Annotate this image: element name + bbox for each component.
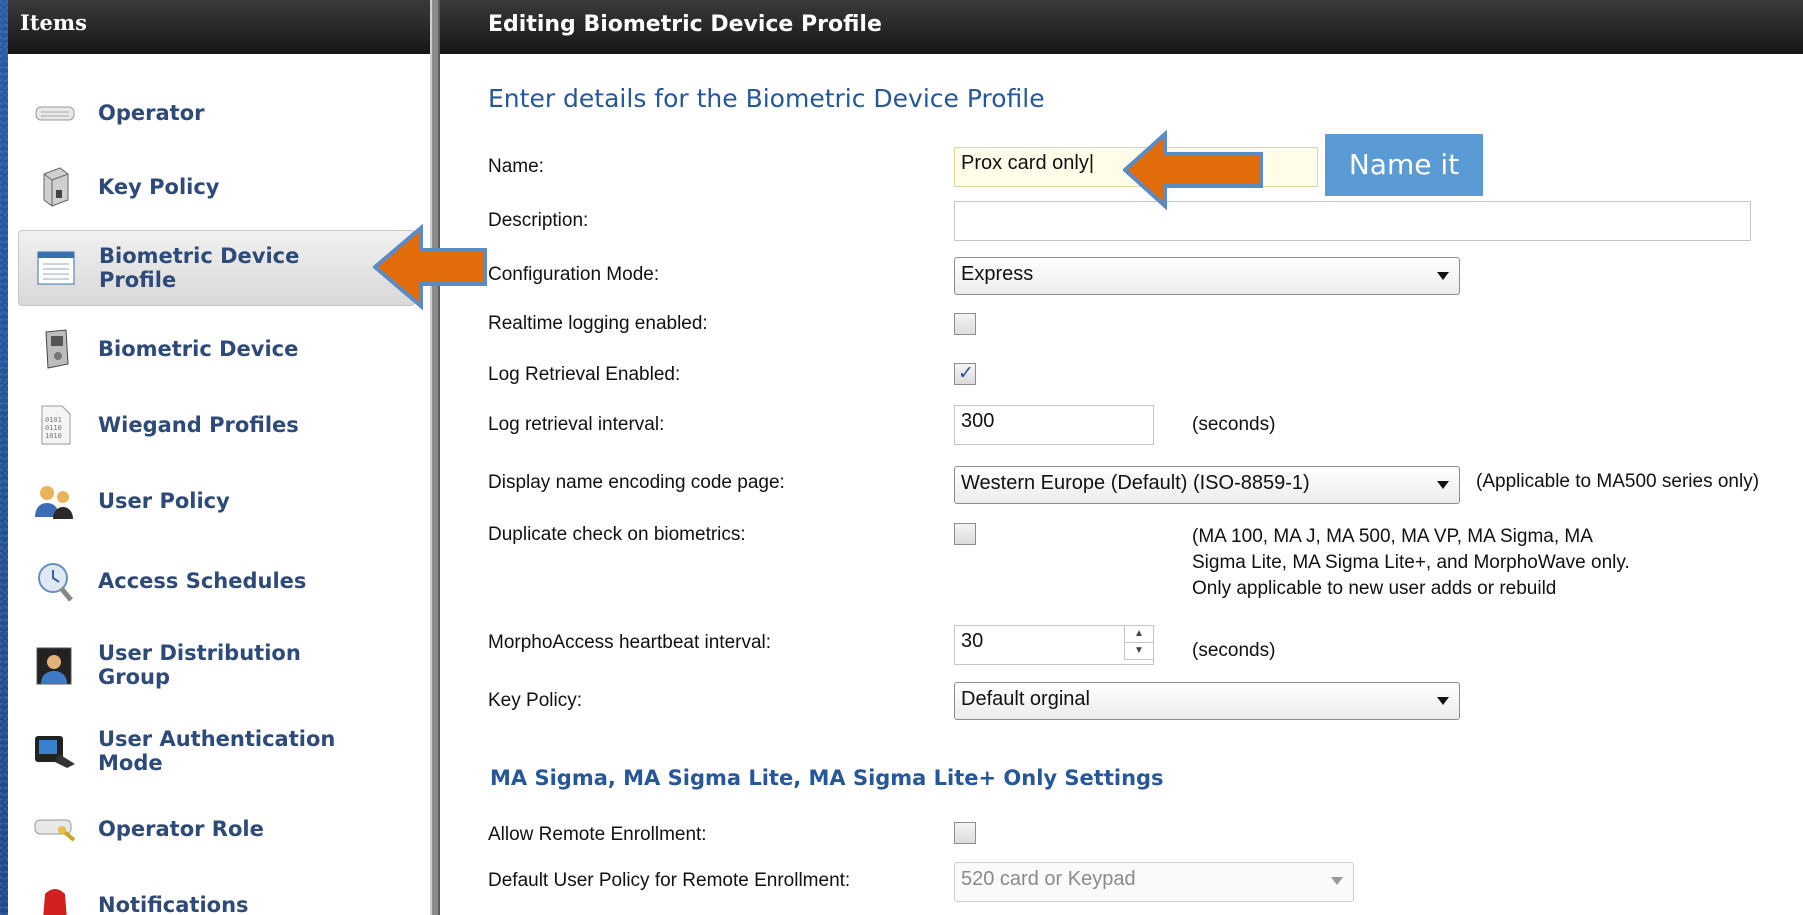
encoding-note: (Applicable to MA500 series only) — [1476, 471, 1760, 492]
nav-item-label: Operator — [98, 101, 205, 125]
name-label: Name: — [488, 156, 544, 177]
nav-item-notifications[interactable]: Notifications — [18, 880, 413, 915]
duplicate-check-note: (MA 100, MA J, MA 500, MA VP, MA Sigma, … — [1192, 524, 1630, 602]
nav-item-operator[interactable]: Operator — [18, 90, 413, 136]
nav-item-label: Biometric Device — [98, 337, 299, 361]
nav-item-label: Notifications — [98, 893, 249, 915]
nav-item-label: User Policy — [98, 489, 230, 513]
users-icon — [32, 480, 78, 522]
nav-item-user-distribution-group[interactable]: User Distribution Group — [18, 630, 413, 700]
heartbeat-stepper[interactable]: 30 ▲ ▼ — [954, 625, 1154, 665]
nav-item-label: Access Schedules — [98, 569, 307, 593]
encoding-value: Western Europe (Default) (ISO-8859-1) — [961, 472, 1310, 494]
nav-item-biometric-device-profile[interactable]: Biometric Device Profile — [18, 230, 415, 306]
key-policy-select[interactable]: Default orginal — [954, 682, 1460, 720]
nav-item-label: Wiegand Profiles — [98, 413, 299, 437]
nav-item-label: Key Policy — [98, 175, 220, 199]
heartbeat-value: 30 — [961, 630, 984, 652]
svg-text:1010: 1010 — [45, 432, 62, 440]
default-policy-label: Default User Policy for Remote Enrollmen… — [488, 870, 851, 891]
spin-down-icon[interactable]: ▼ — [1125, 643, 1153, 660]
chevron-down-icon — [1437, 272, 1449, 280]
fingerprint-device-icon — [32, 730, 78, 772]
allow-remote-label: Allow Remote Enrollment: — [488, 824, 707, 845]
nav-item-key-policy[interactable]: Key Policy — [18, 164, 413, 210]
heartbeat-label: MorphoAccess heartbeat interval: — [488, 632, 772, 653]
alarm-icon — [32, 884, 78, 915]
log-interval-field[interactable]: 300 — [954, 405, 1154, 445]
device-icon — [32, 328, 78, 370]
configuration-mode-label: Configuration Mode: — [488, 264, 660, 285]
default-policy-select[interactable]: 520 card or Keypad — [954, 862, 1354, 902]
note-line: Sigma Lite, MA Sigma Lite+, and MorphoWa… — [1192, 552, 1630, 573]
checkmark-icon: ✓ — [958, 362, 974, 384]
section-title: Enter details for the Biometric Device P… — [488, 84, 1045, 113]
name-it-callout: Name it — [1325, 134, 1483, 196]
items-header: Items — [8, 0, 430, 54]
nav-item-access-schedules[interactable]: Access Schedules — [18, 556, 413, 606]
duplicate-check-checkbox[interactable] — [954, 523, 976, 545]
chevron-down-icon — [1331, 877, 1343, 885]
realtime-logging-checkbox[interactable] — [954, 313, 976, 335]
annotation-arrow-left — [373, 223, 487, 311]
spinner[interactable]: ▲ ▼ — [1124, 626, 1153, 660]
nav-item-label: User Authentication Mode — [98, 727, 336, 775]
nav-item-label: Biometric Device Profile — [99, 244, 300, 292]
log-interval-unit: (seconds) — [1192, 414, 1276, 435]
items-panel: Items Operator Key Policy Biometric Devi… — [8, 0, 430, 915]
nav-item-operator-role[interactable]: Operator Role — [18, 806, 413, 852]
panel-splitter[interactable] — [430, 0, 440, 915]
clock-search-icon — [32, 560, 78, 602]
chevron-down-icon — [1437, 697, 1449, 705]
editor-header: Editing Biometric Device Profile — [440, 0, 1803, 54]
keyboard-key-icon — [32, 808, 78, 850]
allow-remote-checkbox[interactable] — [954, 822, 976, 844]
realtime-logging-label: Realtime logging enabled: — [488, 313, 708, 334]
key-policy-label: Key Policy: — [488, 690, 582, 711]
key-policy-value: Default orginal — [961, 688, 1090, 710]
nav-item-wiegand-profiles[interactable]: 0101 0110 1010 Wiegand Profiles — [18, 402, 413, 448]
log-retrieval-checkbox[interactable]: ✓ — [954, 362, 976, 385]
app-frame: Items Operator Key Policy Biometric Devi… — [8, 0, 1803, 915]
log-interval-label: Log retrieval interval: — [488, 414, 665, 435]
key-box-icon — [32, 166, 78, 208]
note-line: (MA 100, MA J, MA 500, MA VP, MA Sigma, … — [1192, 526, 1593, 547]
keyboard-icon — [32, 92, 78, 134]
svg-text:0110: 0110 — [45, 424, 62, 432]
annotation-arrow-name — [1123, 130, 1263, 210]
heartbeat-unit: (seconds) — [1192, 640, 1276, 661]
default-policy-value: 520 card or Keypad — [961, 868, 1136, 890]
spin-up-icon[interactable]: ▲ — [1125, 626, 1153, 643]
encoding-select[interactable]: Western Europe (Default) (ISO-8859-1) — [954, 466, 1460, 504]
duplicate-check-label: Duplicate check on biometrics: — [488, 524, 746, 545]
profile-list-icon — [33, 247, 79, 289]
nav-item-label: User Distribution Group — [98, 641, 301, 689]
configuration-mode-value: Express — [961, 263, 1034, 285]
note-line: Only applicable to new user adds or rebu… — [1192, 578, 1557, 599]
nav-item-label: Operator Role — [98, 817, 264, 841]
subsection-title: MA Sigma, MA Sigma Lite, MA Sigma Lite+ … — [490, 766, 1164, 790]
user-photo-icon — [32, 644, 78, 686]
encoding-label: Display name encoding code page: — [488, 472, 785, 493]
description-label: Description: — [488, 210, 589, 231]
description-field[interactable] — [954, 201, 1751, 241]
nav-item-user-policy[interactable]: User Policy — [18, 478, 413, 524]
log-retrieval-label: Log Retrieval Enabled: — [488, 364, 681, 385]
editor-panel: Editing Biometric Device Profile Enter d… — [440, 0, 1803, 915]
binary-doc-icon: 0101 0110 1010 — [32, 404, 78, 446]
configuration-mode-select[interactable]: Express — [954, 257, 1460, 295]
svg-text:0101: 0101 — [45, 416, 62, 424]
nav-item-biometric-device[interactable]: Biometric Device — [18, 326, 413, 372]
nav-item-user-authentication-mode[interactable]: User Authentication Mode — [18, 716, 413, 786]
chevron-down-icon — [1437, 481, 1449, 489]
